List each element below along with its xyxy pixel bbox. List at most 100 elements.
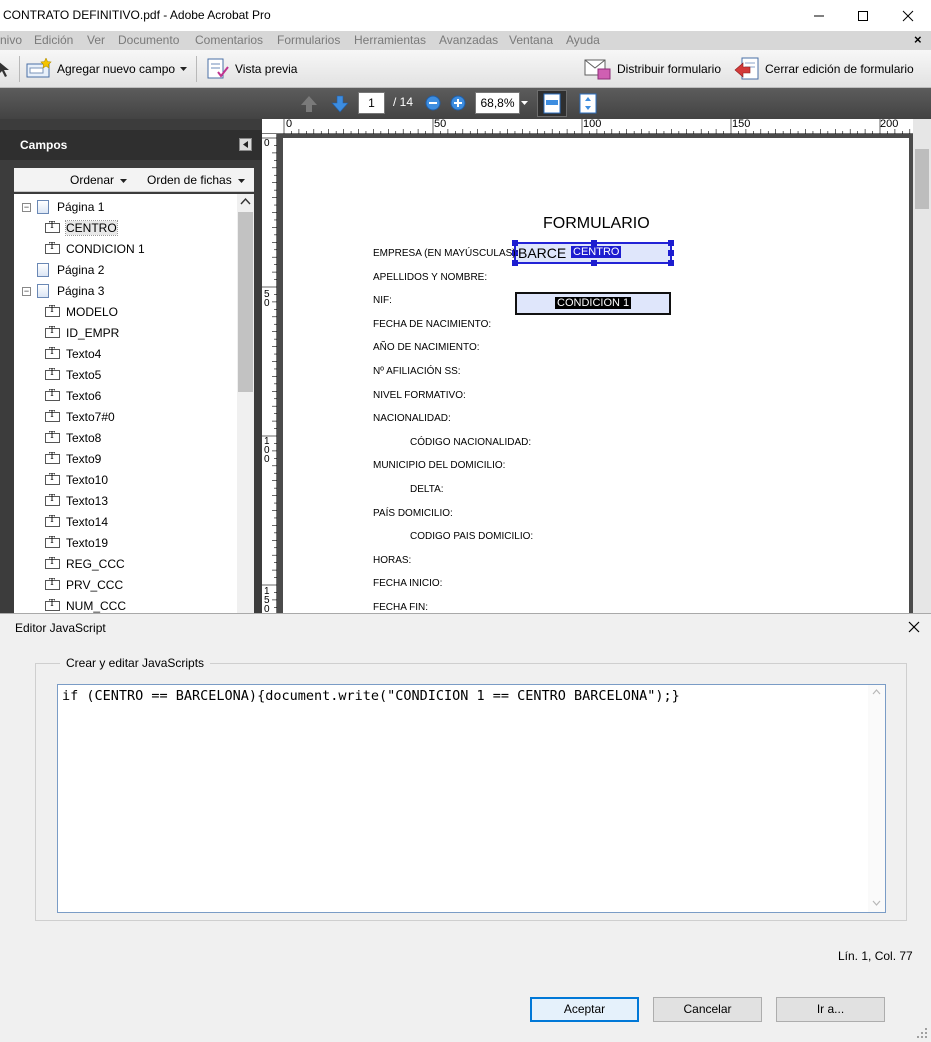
tree-page-item[interactable]: Página 2 <box>22 261 104 279</box>
menu-window[interactable]: Ventana <box>509 33 553 47</box>
text-field-icon <box>45 242 60 254</box>
menu-forms[interactable]: Formularios <box>277 33 340 47</box>
close-form-editing-button[interactable]: Cerrar edición de formulario <box>734 55 914 83</box>
title-bar: CONTRATO DEFINITIVO.pdf - Adobe Acrobat … <box>0 0 931 31</box>
minimize-button[interactable] <box>796 0 842 31</box>
document-area: 0 50 100 150 200 0 50 100 150 FORMULARIO… <box>262 118 931 618</box>
previous-page-icon[interactable] <box>299 94 319 114</box>
text-field-icon <box>45 221 60 233</box>
tree-field-item[interactable]: Texto7#0 <box>45 408 115 426</box>
close-document-button[interactable]: × <box>914 32 922 47</box>
ruler-label: 100 <box>583 118 602 130</box>
tree-item-label: Texto10 <box>66 473 109 487</box>
tree-field-item[interactable]: Texto13 <box>45 492 108 510</box>
close-icon <box>908 621 920 633</box>
tree-field-item[interactable]: MODELO <box>45 303 118 321</box>
menu-help[interactable]: Ayuda <box>566 33 600 47</box>
fit-width-button[interactable] <box>537 90 567 117</box>
document-scrollbar-thumb[interactable] <box>915 149 929 209</box>
javascript-code-text[interactable]: if (CENTRO == BARCELONA){document.write(… <box>62 688 680 704</box>
resize-handle[interactable] <box>668 250 674 256</box>
resize-handle[interactable] <box>591 260 597 266</box>
select-tool-button[interactable] <box>0 55 16 83</box>
menu-advanced[interactable]: Avanzadas <box>439 33 498 47</box>
condicion-1-field-tag: CONDICION 1 <box>555 297 632 309</box>
code-editor-scrollbar[interactable] <box>868 685 885 912</box>
scroll-up-icon[interactable] <box>237 194 254 208</box>
distribute-form-icon <box>584 59 611 80</box>
next-page-icon[interactable] <box>330 94 350 114</box>
tree-field-item[interactable]: NUM_CCC <box>45 597 126 613</box>
preview-icon <box>207 58 229 79</box>
cursor-position-label: Lín. 1, Col. 77 <box>838 949 913 963</box>
fields-panel-toolbar: Ordenar Orden de fichas <box>14 168 254 192</box>
tree-item-label: REG_CCC <box>66 557 125 571</box>
tree-field-item[interactable]: Texto14 <box>45 513 108 531</box>
tree-field-item[interactable]: Texto4 <box>45 345 101 363</box>
menu-edit[interactable]: Edición <box>34 33 73 47</box>
zoom-out-icon[interactable] <box>425 95 441 111</box>
tree-field-item[interactable]: Texto6 <box>45 387 101 405</box>
page-total-label: / 14 <box>393 95 414 109</box>
tree-item-label: Texto7#0 <box>66 410 115 424</box>
fields-tree: − Página 1 CENTRO CONDICION 1 Página 2 − Págin… <box>14 194 254 613</box>
tree-item-label: Texto13 <box>66 494 109 508</box>
distribute-form-button[interactable]: Distribuir formulario <box>584 55 721 83</box>
collapse-panel-button[interactable] <box>239 138 252 151</box>
menu-file[interactable]: nivo <box>0 33 22 47</box>
ruler-label: 200 <box>880 118 899 130</box>
document-scrollbar[interactable] <box>913 119 931 613</box>
tree-expander-icon[interactable]: − <box>22 286 31 296</box>
resize-handle[interactable] <box>512 260 518 266</box>
menu-tools[interactable]: Herramientas <box>354 33 426 47</box>
form-field-label: FECHA INICIO: <box>373 578 443 590</box>
tree-field-item[interactable]: CONDICION 1 <box>45 240 145 258</box>
resize-handle[interactable] <box>591 240 597 246</box>
condicion-1-field[interactable]: CONDICION 1 <box>515 292 671 315</box>
menu-view[interactable]: Ver <box>87 33 105 47</box>
resize-handle[interactable] <box>668 260 674 266</box>
cancel-button[interactable]: Cancelar <box>653 997 762 1022</box>
tree-field-item[interactable]: Texto9 <box>45 450 101 468</box>
tree-scrollbar-thumb[interactable] <box>238 212 253 392</box>
tree-field-item[interactable]: CENTRO <box>45 219 118 237</box>
resize-handle[interactable] <box>512 240 518 246</box>
tree-page-item[interactable]: − Página 3 <box>22 282 104 300</box>
tree-page-item[interactable]: − Página 1 <box>22 198 104 216</box>
sort-button[interactable]: Ordenar <box>70 173 128 187</box>
page-number-input[interactable]: 1 <box>358 92 385 114</box>
ruler-label: 100 <box>264 436 270 465</box>
tree-field-item[interactable]: Texto5 <box>45 366 101 384</box>
tree-scrollbar[interactable] <box>237 194 254 613</box>
centro-field[interactable]: BARCE CENTRO <box>512 240 674 266</box>
fit-page-icon[interactable] <box>578 93 598 114</box>
tree-field-item[interactable]: Texto19 <box>45 534 108 552</box>
resize-grip-icon[interactable] <box>915 1026 929 1040</box>
zoom-level-input[interactable]: 68,8% <box>475 92 520 114</box>
preview-button[interactable]: Vista previa <box>206 55 297 83</box>
scroll-down-icon[interactable] <box>868 896 885 910</box>
tree-field-item[interactable]: Texto10 <box>45 471 108 489</box>
maximize-button[interactable] <box>840 0 886 31</box>
add-new-field-button[interactable]: Agregar nuevo campo <box>26 55 188 83</box>
menu-document[interactable]: Documento <box>118 33 179 47</box>
dialog-close-button[interactable] <box>906 619 922 635</box>
go-to-button[interactable]: Ir a... <box>776 997 885 1022</box>
tree-field-item[interactable]: Texto8 <box>45 429 101 447</box>
zoom-in-icon[interactable] <box>450 95 466 111</box>
tree-field-item[interactable]: PRV_CCC <box>45 576 123 594</box>
tree-item-label: Texto4 <box>66 347 102 361</box>
tree-item-label: ID_EMPR <box>66 326 120 340</box>
tree-expander-icon[interactable]: − <box>22 202 31 212</box>
close-icon <box>902 10 914 21</box>
zoom-dropdown-chevron-icon[interactable] <box>521 101 528 105</box>
scroll-up-icon[interactable] <box>868 685 885 699</box>
javascript-code-editor[interactable]: if (CENTRO == BARCELONA){document.write(… <box>57 684 886 913</box>
tree-field-item[interactable]: ID_EMPR <box>45 324 119 342</box>
tree-field-item[interactable]: REG_CCC <box>45 555 125 573</box>
close-window-button[interactable] <box>885 0 931 31</box>
accept-button[interactable]: Aceptar <box>530 997 639 1022</box>
tab-order-button[interactable]: Orden de fichas <box>147 173 246 187</box>
resize-handle[interactable] <box>668 240 674 246</box>
menu-comments[interactable]: Comentarios <box>195 33 263 47</box>
